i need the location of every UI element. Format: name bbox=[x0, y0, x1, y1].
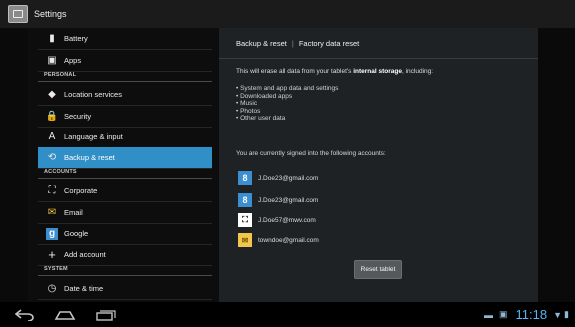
account-row: 8 J.Doe23@gmail.com bbox=[238, 192, 318, 208]
system-bar: ▬ ▣ 11:18 ▼ ▮ bbox=[0, 302, 575, 327]
google-account-icon: 8 bbox=[238, 171, 252, 185]
left-gutter bbox=[0, 28, 28, 302]
settings-item-label: Security bbox=[64, 112, 92, 121]
email-icon: ✉ bbox=[47, 207, 57, 218]
account-email: J.Doe23@gmail.com bbox=[258, 196, 319, 204]
signed-in-accounts-text: You are currently signed into the follow… bbox=[236, 150, 386, 157]
settings-item-label: Email bbox=[64, 208, 83, 217]
list-item: Other user data bbox=[236, 115, 338, 123]
settings-item-language-input[interactable]: A Language & input bbox=[38, 126, 212, 148]
recent-apps-icon bbox=[96, 309, 116, 321]
list-item: System and app data and settings bbox=[236, 85, 338, 93]
settings-item-label: Apps bbox=[64, 56, 82, 65]
settings-item-label: Location services bbox=[64, 90, 122, 99]
erase-items-list: System and app data and settings Downloa… bbox=[236, 85, 338, 123]
add-icon: + bbox=[48, 247, 56, 262]
location-icon: ◆ bbox=[48, 89, 56, 100]
google-icon: g bbox=[46, 227, 58, 240]
breadcrumb-separator: | bbox=[291, 38, 294, 48]
erase-warning-bold: internal storage bbox=[353, 68, 402, 75]
list-item: Music bbox=[236, 100, 338, 108]
status-area[interactable]: ▬ ▣ 11:18 ▼ ▮ bbox=[478, 302, 569, 327]
settings-item-label: Add account bbox=[64, 250, 106, 259]
settings-item-label: Battery bbox=[64, 34, 88, 43]
clock-icon: ◷ bbox=[47, 283, 57, 294]
list-item: Downloaded apps bbox=[236, 93, 338, 101]
google-account-icon: 8 bbox=[238, 193, 252, 207]
download-icon: ▣ bbox=[499, 309, 508, 319]
settings-item-label: Corporate bbox=[64, 186, 98, 195]
settings-item-security[interactable]: 🔒 Security bbox=[38, 106, 212, 128]
account-email: towndoe@gmail.com bbox=[258, 236, 319, 244]
breadcrumb-factory-data-reset: Factory data reset bbox=[298, 38, 360, 48]
settings-item-label: Backup & reset bbox=[64, 153, 115, 162]
settings-item-email[interactable]: ✉ Email bbox=[38, 202, 212, 224]
settings-item-battery[interactable]: ▮ Battery bbox=[38, 28, 212, 50]
screenshot-icon: ▬ bbox=[484, 309, 494, 320]
title-bar: Settings bbox=[0, 0, 575, 29]
settings-app-icon bbox=[8, 5, 28, 23]
settings-item-label: Google bbox=[64, 229, 89, 238]
section-header-personal: PERSONAL bbox=[38, 72, 212, 82]
corporate-icon: ⛶ bbox=[48, 185, 56, 196]
home-button[interactable] bbox=[54, 308, 76, 322]
back-icon bbox=[15, 308, 34, 321]
erase-warning-message: This will erase all data from your table… bbox=[236, 68, 526, 75]
settings-item-backup-reset[interactable]: ⟲ Backup & reset bbox=[38, 147, 212, 169]
account-row: 8 J.Doe23@gmail.com bbox=[238, 170, 318, 186]
window-title: Settings bbox=[34, 9, 67, 19]
settings-item-date-time[interactable]: ◷ Date & time bbox=[38, 278, 212, 300]
recent-apps-button[interactable] bbox=[94, 308, 116, 322]
breadcrumb-backup-reset[interactable]: Backup & reset bbox=[236, 39, 287, 48]
breadcrumb: Backup & reset | Factory data reset bbox=[219, 28, 538, 59]
list-item: Photos bbox=[236, 108, 338, 116]
home-icon bbox=[54, 310, 76, 320]
section-header-system: SYSTEM bbox=[38, 266, 212, 276]
settings-list: ▮ Battery ▣ Apps PERSONAL ◆ Location ser… bbox=[38, 28, 212, 302]
erase-warning-tail: , including: bbox=[401, 68, 434, 75]
wifi-icon: ▼ bbox=[553, 309, 563, 320]
email-account-icon: ✉ bbox=[238, 233, 252, 247]
apps-icon: ▣ bbox=[47, 55, 57, 66]
clock: 11:18 bbox=[515, 307, 548, 322]
settings-item-label: Language & input bbox=[64, 132, 123, 141]
settings-item-google[interactable]: g Google bbox=[38, 223, 212, 245]
settings-item-corporate[interactable]: ⛶ Corporate bbox=[38, 180, 212, 202]
keyboard-icon: A bbox=[48, 131, 56, 142]
account-row: ⛶ J.Doe57@mwv.com bbox=[238, 212, 316, 228]
backup-icon: ⟲ bbox=[47, 152, 57, 163]
settings-item-location-services[interactable]: ◆ Location services bbox=[38, 84, 212, 106]
settings-item-apps[interactable]: ▣ Apps bbox=[38, 50, 212, 72]
settings-item-add-account[interactable]: + Add account bbox=[38, 244, 212, 266]
battery-icon: ▮ bbox=[49, 33, 55, 44]
section-header-accounts: ACCOUNTS bbox=[38, 169, 212, 179]
settings-item-label: Date & time bbox=[64, 284, 104, 293]
erase-warning-text: This will erase all data from your table… bbox=[236, 68, 354, 75]
reset-tablet-button[interactable]: Reset tablet bbox=[354, 260, 402, 279]
lock-icon: 🔒 bbox=[45, 111, 59, 122]
account-row: ✉ towndoe@gmail.com bbox=[238, 232, 319, 248]
account-email: J.Doe23@gmail.com bbox=[258, 174, 319, 182]
account-email: J.Doe57@mwv.com bbox=[258, 216, 316, 224]
main-area: ▮ Battery ▣ Apps PERSONAL ◆ Location ser… bbox=[0, 28, 575, 302]
battery-status-icon: ▮ bbox=[564, 309, 569, 319]
right-gutter bbox=[538, 28, 575, 302]
detail-panel: Backup & reset | Factory data reset This… bbox=[219, 28, 538, 302]
corporate-account-icon: ⛶ bbox=[238, 213, 252, 227]
back-button[interactable] bbox=[14, 308, 36, 322]
